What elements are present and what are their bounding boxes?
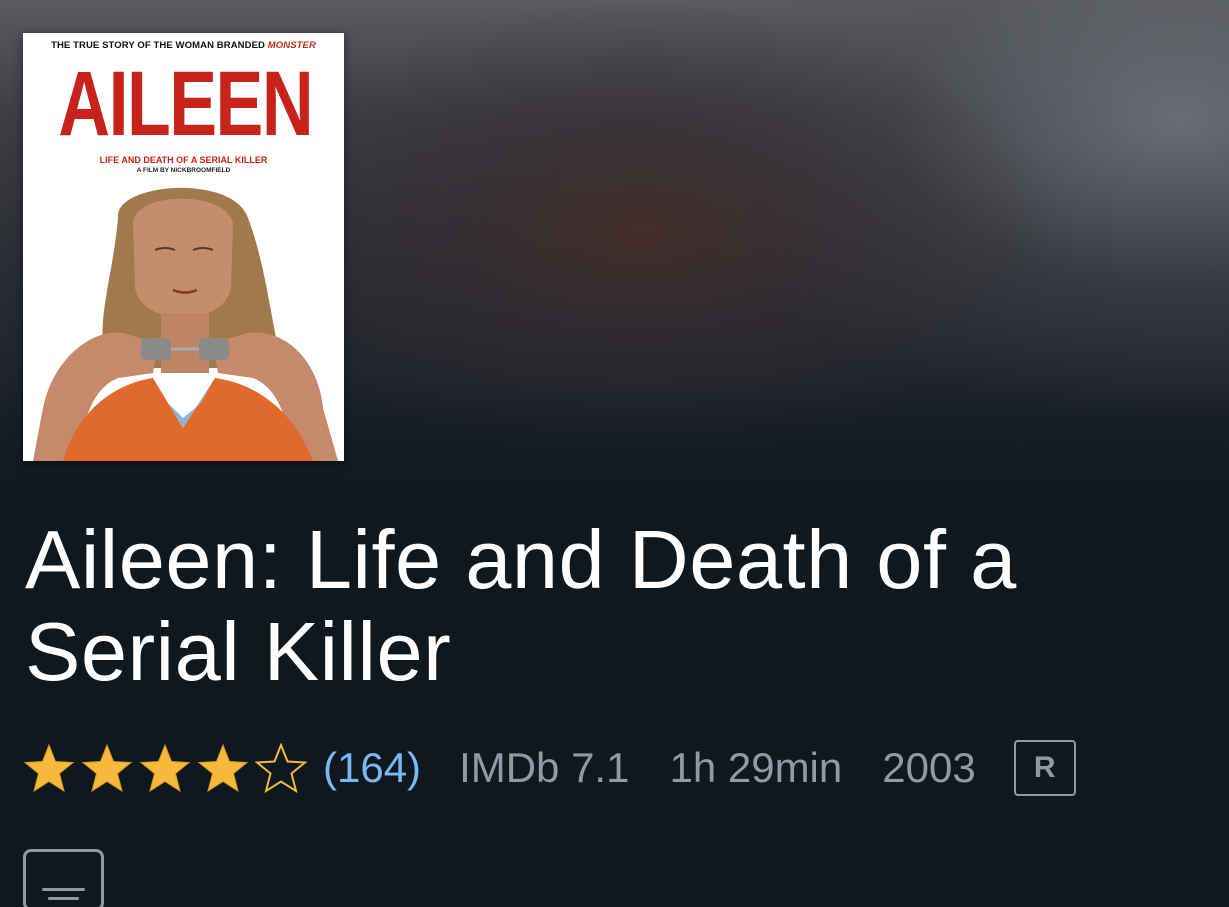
star-filled-icon [81,743,133,793]
movie-poster[interactable]: THE TRUE STORY OF THE WOMAN BRANDED MONS… [23,33,344,461]
detail-page: THE TRUE STORY OF THE WOMAN BRANDED MONS… [0,0,1229,907]
poster-portrait-image [33,187,338,461]
subtitles-icon-line [48,897,79,900]
poster-credit: A FILM BY NICKBROOMFIELD [136,167,231,174]
star-filled-icon [139,743,191,793]
subtitles-icon[interactable] [23,849,104,907]
release-year: 2003 [882,744,976,791]
runtime: 1h 29min [669,744,843,791]
rating-count[interactable]: (164) [323,744,421,792]
movie-title: Aileen: Life and Death of a Serial Kille… [25,513,1017,698]
star-filled-icon [23,743,75,793]
star-rating[interactable] [23,743,313,793]
poster-subtitle: LIFE AND DEATH OF A SERIAL KILLER [99,155,268,165]
star-filled-icon [197,743,249,793]
imdb-rating: IMDb 7.1 [459,744,630,791]
maturity-rating-badge: R [1013,740,1076,796]
poster-title: AILEEN [58,53,313,155]
star-empty-icon [255,743,307,793]
metadata-row: (164) IMDb 7.1 1h 29min 2003 R [23,738,1076,798]
subtitles-icon-line [42,888,85,891]
